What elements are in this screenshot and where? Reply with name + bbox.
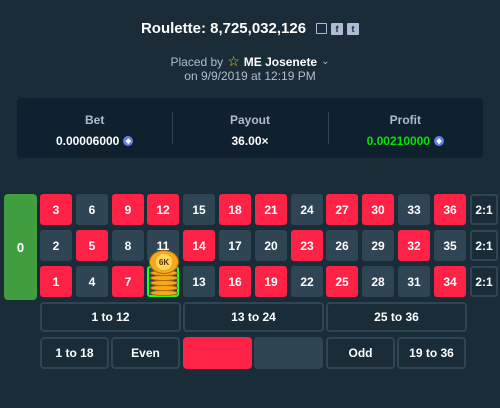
bet-title: Roulette: 8,725,032,126 [140, 20, 307, 37]
chip-label: 6K [149, 250, 179, 274]
number-cell-5: 5 [76, 230, 108, 261]
low-bet: 1 to 18 [40, 337, 109, 369]
profit-value-row: 0.00210000 ◆ [328, 134, 483, 148]
column-bet-2: 2:1 [470, 230, 498, 261]
number-cell-34: 34 [434, 266, 466, 297]
bet-value: 0.00006000 [55, 134, 120, 148]
star-icon: ☆ [227, 53, 240, 69]
number-cell-17: 17 [219, 230, 251, 261]
number-cell-8: 8 [112, 230, 144, 261]
bet-date: on 9/9/2019 at 12:19 PM [184, 69, 316, 83]
bet-stats-panel: Bet 0.00006000 ◆ Payout 36.00× Profit 0.… [17, 98, 483, 158]
dozen-bet-1: 1 to 12 [40, 302, 181, 332]
number-cell-27: 27 [326, 194, 358, 225]
number-cell-30: 30 [362, 194, 394, 225]
high-bet: 19 to 36 [397, 337, 466, 369]
number-cell-21: 21 [255, 194, 287, 225]
number-cell-12: 12 [147, 194, 179, 225]
number-cell-26: 26 [326, 230, 358, 261]
number-cell-4: 4 [76, 266, 108, 297]
number-cell-22: 22 [291, 266, 323, 297]
number-cell-20: 20 [255, 230, 287, 261]
number-cell-24: 24 [291, 194, 323, 225]
number-cell-14: 14 [183, 230, 215, 261]
odd-bet: Odd [326, 337, 395, 369]
number-cell-16: 16 [219, 266, 251, 297]
dozen-bet-2: 13 to 24 [183, 302, 324, 332]
number-cell-15: 15 [183, 194, 215, 225]
number-cell-36: 36 [434, 194, 466, 225]
number-cell-3: 3 [40, 194, 72, 225]
copy-icon[interactable] [316, 23, 328, 34]
number-cell-19: 19 [255, 266, 287, 297]
bet-value-row: 0.00006000 ◆ [17, 134, 172, 148]
twitter-icon[interactable]: t [347, 22, 360, 35]
number-cell-18: 18 [219, 194, 251, 225]
roulette-table: 0 3 6 9 12 15 18 21 24 27 30 33 36 2:1 2 5 8 11 14 17 20 23 2… [0, 190, 500, 408]
number-cell-29: 29 [362, 230, 394, 261]
bet-stat: Bet 0.00006000 ◆ [17, 98, 172, 158]
number-cell-23: 23 [291, 230, 323, 261]
username-link[interactable]: ME Josenete [244, 55, 317, 69]
number-cell-28: 28 [362, 266, 394, 297]
payout-label: Payout [229, 113, 270, 127]
number-cell-13: 13 [183, 266, 215, 297]
number-cell-31: 31 [398, 266, 430, 297]
column-bet-1: 2:1 [470, 194, 498, 225]
share-icons: f t [316, 22, 360, 35]
black-bet [254, 337, 323, 369]
number-cell-9: 9 [112, 194, 144, 225]
placed-by-row: Placed by ☆ ME Josenete ⌄ [0, 53, 500, 70]
dozen-bet-3: 25 to 36 [326, 302, 467, 332]
bet-label: Bet [84, 113, 105, 127]
title-row: Roulette: 8,725,032,126 f t [0, 20, 500, 37]
payout-stat: Payout 36.00× [172, 98, 327, 158]
eth-coin-icon: ◆ [123, 136, 134, 146]
profit-label: Profit [389, 113, 421, 127]
chevron-down-icon[interactable]: ⌄ [321, 56, 329, 67]
red-bet [183, 337, 252, 369]
bet-chip-stack: 6K [148, 250, 180, 298]
number-cell-32: 32 [398, 230, 430, 261]
placed-by-label: Placed by [170, 54, 224, 69]
profit-value: 0.00210000 [366, 134, 431, 148]
eth-coin-icon: ◆ [434, 136, 445, 146]
number-cell-0: 0 [4, 194, 37, 300]
payout-value: 36.00× [231, 134, 269, 148]
number-cell-35: 35 [434, 230, 466, 261]
number-cell-25: 25 [326, 266, 358, 297]
even-bet: Even [111, 337, 180, 369]
number-cell-7: 7 [112, 266, 144, 297]
number-cell-6: 6 [76, 194, 108, 225]
number-cell-33: 33 [398, 194, 430, 225]
facebook-icon[interactable]: f [331, 22, 344, 35]
column-bet-3: 2:1 [470, 266, 498, 297]
number-cell-2: 2 [40, 230, 72, 261]
number-cell-1: 1 [40, 266, 72, 297]
payout-value-row: 36.00× [172, 134, 327, 148]
profit-stat: Profit 0.00210000 ◆ [327, 98, 483, 158]
